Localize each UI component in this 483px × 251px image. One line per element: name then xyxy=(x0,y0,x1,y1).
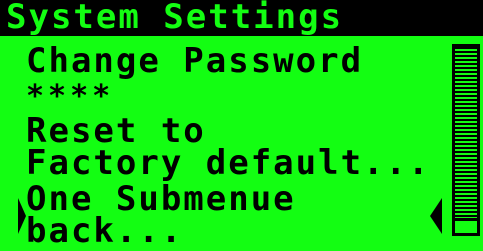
page-title: System Settings xyxy=(6,0,344,37)
menu-item-change-password-label[interactable]: Change Password xyxy=(26,44,363,78)
selection-right-marker-icon xyxy=(430,198,442,234)
selection-left-marker-icon xyxy=(18,198,26,234)
title-bar: System Settings xyxy=(0,0,483,36)
password-mask-value: **** xyxy=(26,79,115,114)
menu-item-back-label-line2[interactable]: back... xyxy=(26,214,183,248)
menu-item-reset-label-line2[interactable]: Factory default... xyxy=(26,146,430,180)
scrollbar-thumb[interactable] xyxy=(452,218,480,236)
scrollbar-track[interactable] xyxy=(452,44,480,236)
